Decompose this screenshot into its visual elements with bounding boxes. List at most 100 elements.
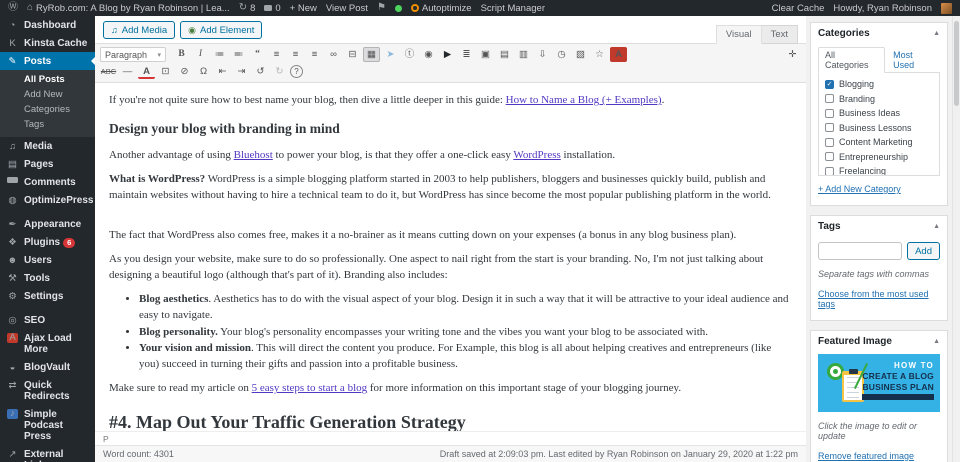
autoptimize-menu[interactable]: Autoptimize xyxy=(410,3,472,14)
text-color-icon[interactable]: A xyxy=(138,66,155,79)
remove-featured-image-link[interactable]: Remove featured image xyxy=(818,451,914,461)
sidebar-item-pages[interactable]: ▤ Pages xyxy=(0,155,95,173)
clear-cache-menu[interactable]: Clear Cache xyxy=(772,3,825,14)
checkbox-icon[interactable] xyxy=(825,137,834,147)
sidebar-item-plugins[interactable]: ❖ Plugins 6 xyxy=(0,233,95,251)
categories-panel-header[interactable]: Categories ▲ xyxy=(811,23,947,44)
clock-icon[interactable]: ◷ xyxy=(553,47,570,62)
category-item-business-lessons[interactable]: Business Lessons xyxy=(825,123,939,133)
tags-input[interactable] xyxy=(818,242,903,260)
paragraph-select[interactable]: Paragraph ▾ xyxy=(100,47,166,62)
paste-text-icon[interactable]: ⊡ xyxy=(157,64,174,79)
sidebar-item-posts[interactable]: ✎ Posts xyxy=(0,52,95,70)
script-manager-menu[interactable]: Script Manager xyxy=(481,3,545,14)
category-item-branding[interactable]: Branding xyxy=(825,94,939,104)
template-icon[interactable]: ▤ xyxy=(496,47,513,62)
comments-menu[interactable]: 0 xyxy=(264,3,281,14)
content-link[interactable]: How to Name a Blog (+ Examples) xyxy=(506,94,662,106)
sidebar-item-seo[interactable]: ◎ SEO xyxy=(0,311,95,329)
bold-icon[interactable]: B xyxy=(173,47,190,62)
tab-text[interactable]: Text xyxy=(761,25,798,44)
fullscreen-icon[interactable]: ✛ xyxy=(784,47,801,62)
align-right-icon[interactable]: ≡ xyxy=(306,47,323,62)
swoosh-icon[interactable]: ➤ xyxy=(382,47,399,62)
sidebar-item-quick-redirects[interactable]: ⇄ Quick Redirects xyxy=(0,376,95,405)
sidebar-item-simple-podcast-press[interactable]: ♪ Simple Podcast Press xyxy=(0,405,95,445)
panel-toggle-icon[interactable]: ▲ xyxy=(933,223,940,230)
panel-toggle-icon[interactable]: ▲ xyxy=(933,338,940,345)
special-char-icon[interactable]: Ω xyxy=(195,64,212,79)
tab-most-used[interactable]: Most Used xyxy=(887,47,940,73)
submenu-item-add-new[interactable]: Add New xyxy=(0,87,95,102)
sidebar-item-optimizepress[interactable]: ◍ OptimizePress xyxy=(0,191,95,209)
content-link[interactable]: Bluehost xyxy=(234,149,273,161)
tags-panel-header[interactable]: Tags ▲ xyxy=(811,216,947,237)
embed-icon[interactable]: ◉ xyxy=(420,47,437,62)
help-icon[interactable]: ? xyxy=(290,65,303,78)
status-dot-icon[interactable] xyxy=(394,4,402,12)
sidebar-item-kinsta-cache[interactable]: K Kinsta Cache xyxy=(0,34,95,52)
page-scrollbar[interactable] xyxy=(952,16,960,462)
sidebar-item-media[interactable]: ♫ Media xyxy=(0,137,95,155)
twitter-icon[interactable]: ⓣ xyxy=(401,47,418,62)
numbered-list-icon[interactable]: ≕ xyxy=(230,47,247,62)
new-menu[interactable]: + New xyxy=(290,3,317,14)
submenu-item-tags[interactable]: Tags xyxy=(0,117,95,132)
download-icon[interactable]: ⇩ xyxy=(534,47,551,62)
clear-format-icon[interactable]: ⊘ xyxy=(176,64,193,79)
align-left-icon[interactable]: ≡ xyxy=(268,47,285,62)
book-icon[interactable]: ▧ xyxy=(572,47,589,62)
toc-icon[interactable]: ≣ xyxy=(458,47,475,62)
toolbar-toggle-icon[interactable]: ▦ xyxy=(363,47,380,62)
featured-image-thumbnail[interactable]: HOW TO CREATE A BLOG BUSINESS PLAN xyxy=(818,354,940,412)
sidebar-item-appearance[interactable]: ✒ Appearance xyxy=(0,215,95,233)
avatar[interactable] xyxy=(941,2,952,14)
bulleted-list-icon[interactable]: ≔ xyxy=(211,47,228,62)
tab-all-categories[interactable]: All Categories xyxy=(818,47,886,73)
view-post-menu[interactable]: View Post xyxy=(326,3,368,14)
undo-icon[interactable]: ↺ xyxy=(252,64,269,79)
hr-icon[interactable]: — xyxy=(119,64,136,79)
checkbox-icon[interactable] xyxy=(825,94,834,103)
highlight-a-icon[interactable]: A xyxy=(610,47,627,62)
sidebar-item-comments[interactable]: Comments xyxy=(0,173,95,191)
sidebar-item-blogvault[interactable]: ◒ BlogVault xyxy=(0,358,95,376)
shortcode-icon[interactable]: ▥ xyxy=(515,47,532,62)
most-used-tags-link[interactable]: Choose from the most used tags xyxy=(818,289,940,309)
submenu-item-all-posts[interactable]: All Posts xyxy=(0,72,95,87)
gift-icon[interactable]: ▣ xyxy=(477,47,494,62)
checkbox-icon[interactable] xyxy=(825,166,834,175)
blockquote-icon[interactable]: “ xyxy=(249,47,266,62)
add-media-button[interactable]: ♫ Add Media xyxy=(103,21,176,39)
site-name-menu[interactable]: ⌂ RyRob.com: A Blog by Ryan Robinson | L… xyxy=(27,3,230,14)
checkbox-icon[interactable] xyxy=(825,108,834,118)
category-item-blogging[interactable]: ✓ Blogging xyxy=(825,79,939,89)
checkbox-checked-icon[interactable]: ✓ xyxy=(825,79,834,89)
sidebar-item-tools[interactable]: ⚒ Tools xyxy=(0,269,95,287)
featured-image-panel-header[interactable]: Featured Image ▲ xyxy=(811,331,947,352)
star-icon[interactable]: ☆ xyxy=(591,47,608,62)
panel-toggle-icon[interactable]: ▲ xyxy=(933,30,940,37)
content-link[interactable]: 5 easy steps to start a blog xyxy=(252,382,367,394)
italic-icon[interactable]: I xyxy=(192,47,209,62)
sidebar-item-settings[interactable]: ⚙ Settings xyxy=(0,287,95,305)
add-tag-button[interactable]: Add xyxy=(907,242,940,260)
strikethrough-icon[interactable]: ABC xyxy=(100,64,117,79)
link-icon[interactable]: ∞ xyxy=(325,47,342,62)
submenu-item-categories[interactable]: Categories xyxy=(0,102,95,117)
outdent-icon[interactable]: ⇤ xyxy=(214,64,231,79)
pennant-icon[interactable]: ⚑ xyxy=(377,3,386,13)
add-element-button[interactable]: ◉ Add Element xyxy=(180,21,263,39)
scrollbar-thumb[interactable] xyxy=(954,21,959,106)
sidebar-item-external-links[interactable]: ↗ External Links xyxy=(0,445,95,462)
sidebar-item-users[interactable]: ☻ Users xyxy=(0,251,95,269)
path-label[interactable]: P xyxy=(103,434,109,444)
category-item-freelancing[interactable]: Freelancing xyxy=(825,166,939,175)
indent-icon[interactable]: ⇥ xyxy=(233,64,250,79)
editor-content[interactable]: If you're not quite sure how to best nam… xyxy=(95,83,806,431)
more-tag-icon[interactable]: ⊟ xyxy=(344,47,361,62)
category-item-business-ideas[interactable]: Business Ideas xyxy=(825,108,939,118)
updates-menu[interactable]: ↻ 8 xyxy=(239,3,256,14)
checkbox-icon[interactable] xyxy=(825,152,834,161)
align-center-icon[interactable]: ≡ xyxy=(287,47,304,62)
